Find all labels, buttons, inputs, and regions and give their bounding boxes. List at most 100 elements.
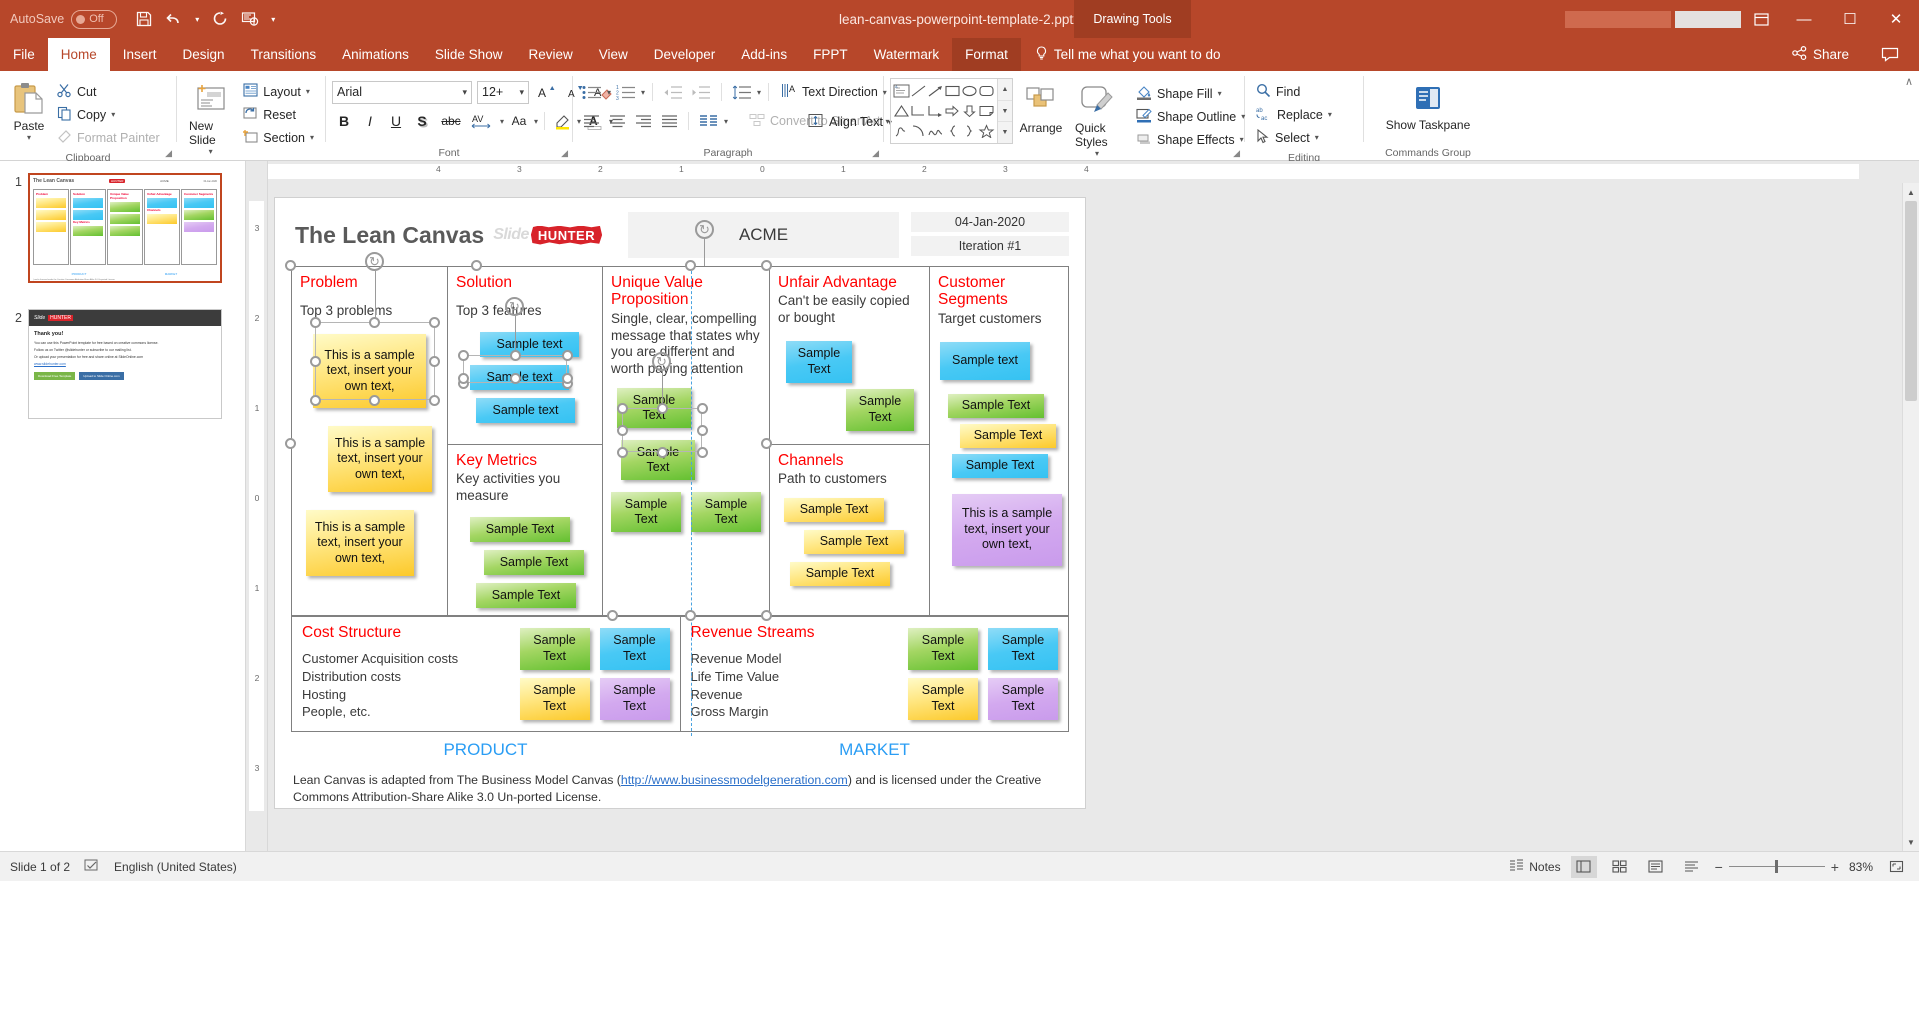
tab-insert[interactable]: Insert xyxy=(110,38,170,71)
sticky-note[interactable]: Sample Text xyxy=(790,562,890,586)
resize-handle-w[interactable] xyxy=(617,425,628,436)
notes-button[interactable]: Notes xyxy=(1509,858,1560,875)
select-button[interactable]: Select ▾ xyxy=(1251,126,1337,149)
sticky-note[interactable]: Sample Text xyxy=(952,454,1048,478)
tab-format[interactable]: Format xyxy=(952,38,1021,71)
align-text-button[interactable]: Align Text ▾ xyxy=(803,111,897,134)
resize-handle-sw[interactable] xyxy=(458,373,469,384)
group-handle-n2[interactable] xyxy=(685,260,696,271)
shape-fill-button[interactable]: Shape Fill ▾ xyxy=(1131,82,1250,105)
align-left-button[interactable] xyxy=(579,109,603,133)
canvas-cell-revenue-streams[interactable]: Revenue Streams Revenue Model Life Time … xyxy=(680,617,1069,731)
zoom-track[interactable] xyxy=(1729,866,1825,867)
increase-font-size-button[interactable]: A xyxy=(534,80,558,104)
tab-file[interactable]: File xyxy=(0,38,48,71)
group-handle-nw[interactable] xyxy=(285,260,296,271)
tell-me-box[interactable]: Tell me what you want to do xyxy=(1021,38,1221,71)
select-dropdown-icon[interactable]: ▾ xyxy=(1315,133,1319,142)
tab-animations[interactable]: Animations xyxy=(329,38,422,71)
sticky-note[interactable]: Sample Text xyxy=(520,628,590,670)
sticky-note[interactable]: Sample Text xyxy=(611,492,681,532)
sticky-note[interactable]: Sample Text xyxy=(520,678,590,720)
shapes-gallery[interactable]: A xyxy=(890,78,1013,144)
stage-vertical-scrollbar[interactable]: ▲ ▼ xyxy=(1902,183,1919,851)
font-name-combobox[interactable]: Arial ▾ xyxy=(332,81,472,104)
customize-qat-icon[interactable]: ▾ xyxy=(265,4,281,34)
scrollbar-thumb[interactable] xyxy=(1905,201,1917,401)
sticky-note[interactable]: Sample Text xyxy=(960,424,1056,448)
textbox-shape-icon[interactable]: A xyxy=(893,81,910,101)
resize-handle-nw[interactable] xyxy=(458,350,469,361)
resize-handle-e[interactable] xyxy=(429,356,440,367)
gallery-scroll-down-icon[interactable]: ▼ xyxy=(998,100,1012,122)
tab-view[interactable]: View xyxy=(586,38,641,71)
zoom-in-button[interactable]: + xyxy=(1831,859,1839,875)
slide-editing-stage[interactable]: 4 3 2 1 0 1 2 3 4 The Lean Canvas Slide … xyxy=(268,161,1919,851)
replace-button[interactable]: abac Replace ▾ xyxy=(1251,103,1337,126)
bullets-button[interactable] xyxy=(579,80,605,104)
columns-button[interactable] xyxy=(696,109,722,133)
paste-dropdown-icon[interactable]: ▾ xyxy=(27,133,31,142)
resize-handle-e[interactable] xyxy=(697,425,708,436)
slideshow-view-button[interactable] xyxy=(1679,856,1705,878)
drawing-dialog-launcher[interactable]: ◢ xyxy=(1233,148,1240,159)
star-shape-icon[interactable] xyxy=(978,121,995,141)
section-dropdown-icon[interactable]: ▾ xyxy=(310,133,314,142)
sticky-note[interactable]: Sample Text xyxy=(804,530,904,554)
tab-design[interactable]: Design xyxy=(170,38,238,71)
sticky-note[interactable]: Sample Text xyxy=(908,628,978,670)
reading-view-button[interactable] xyxy=(1643,856,1669,878)
replace-dropdown-icon[interactable]: ▾ xyxy=(1328,110,1332,119)
group-handle-s2[interactable] xyxy=(685,610,696,621)
cut-button[interactable]: Cut xyxy=(52,80,165,103)
resize-handle-se[interactable] xyxy=(562,373,573,384)
resize-handle-s[interactable] xyxy=(510,373,521,384)
canvas-date[interactable]: 04-Jan-2020 xyxy=(911,212,1069,232)
rotate-handle-company[interactable]: ↻ xyxy=(695,220,714,239)
align-center-button[interactable] xyxy=(605,109,629,133)
show-taskpane-button[interactable]: Show Taskpane xyxy=(1380,76,1477,136)
layout-button[interactable]: Layout ▾ xyxy=(238,80,319,103)
slide-thumbnail-pane[interactable]: 1 The Lean Canvas HUNTER ACME 04-Jan-202… xyxy=(0,161,246,851)
align-right-button[interactable] xyxy=(631,109,655,133)
collapse-ribbon-icon[interactable]: ∧ xyxy=(1905,75,1913,88)
resize-handle-se[interactable] xyxy=(697,447,708,458)
decrease-indent-button[interactable] xyxy=(660,80,686,104)
triangle-shape-icon[interactable] xyxy=(893,101,910,121)
gallery-more-icon[interactable]: ▼ xyxy=(998,121,1012,143)
minimize-button[interactable]: — xyxy=(1781,0,1827,38)
group-handle-w[interactable] xyxy=(285,438,296,449)
tab-slide-show[interactable]: Slide Show xyxy=(422,38,516,71)
fit-slide-to-window-button[interactable] xyxy=(1883,856,1909,878)
sticky-note[interactable]: Sample Text xyxy=(786,341,852,383)
rectangle-shape-icon[interactable] xyxy=(944,81,961,101)
group-handle-e[interactable] xyxy=(761,438,772,449)
sticky-note[interactable]: This is a sample text, insert your own t… xyxy=(306,510,414,576)
rounded-rectangle-shape-icon[interactable] xyxy=(978,81,995,101)
gallery-scroll-up-icon[interactable]: ▲ xyxy=(998,79,1012,100)
zoom-slider[interactable]: − + xyxy=(1715,859,1839,875)
zoom-knob[interactable] xyxy=(1775,860,1778,873)
resize-handle-n[interactable] xyxy=(657,403,668,414)
character-spacing-button[interactable]: AV xyxy=(468,109,498,133)
italic-button[interactable]: I xyxy=(358,109,382,133)
autosave-toggle[interactable]: Off xyxy=(71,10,117,29)
restore-button[interactable]: ☐ xyxy=(1827,0,1873,38)
reset-button[interactable]: Reset xyxy=(238,103,319,126)
sticky-note[interactable]: Sample text xyxy=(940,342,1030,380)
line-spacing-button[interactable] xyxy=(729,80,755,104)
sticky-note[interactable]: Sample Text xyxy=(988,628,1058,670)
share-button[interactable]: Share xyxy=(1792,38,1849,71)
left-brace-shape-icon[interactable] xyxy=(944,121,961,141)
ribbon-display-options-icon[interactable] xyxy=(1741,0,1781,38)
elbow-arrow-shape-icon[interactable] xyxy=(927,101,944,121)
rotate-handle-problem-note[interactable]: ↻ xyxy=(365,252,384,271)
group-handle-ne[interactable] xyxy=(761,260,772,271)
find-button[interactable]: Find xyxy=(1251,80,1337,103)
elbow-connector-shape-icon[interactable] xyxy=(910,101,927,121)
slide-canvas[interactable]: The Lean Canvas Slide HUNTER ACME 04-Jan… xyxy=(274,197,1086,809)
resize-handle-se[interactable] xyxy=(429,395,440,406)
change-case-dropdown-icon[interactable]: ▾ xyxy=(534,117,538,126)
canvas-title-block[interactable]: The Lean Canvas Slide HUNTER xyxy=(291,212,628,258)
underline-button[interactable]: U xyxy=(384,109,408,133)
